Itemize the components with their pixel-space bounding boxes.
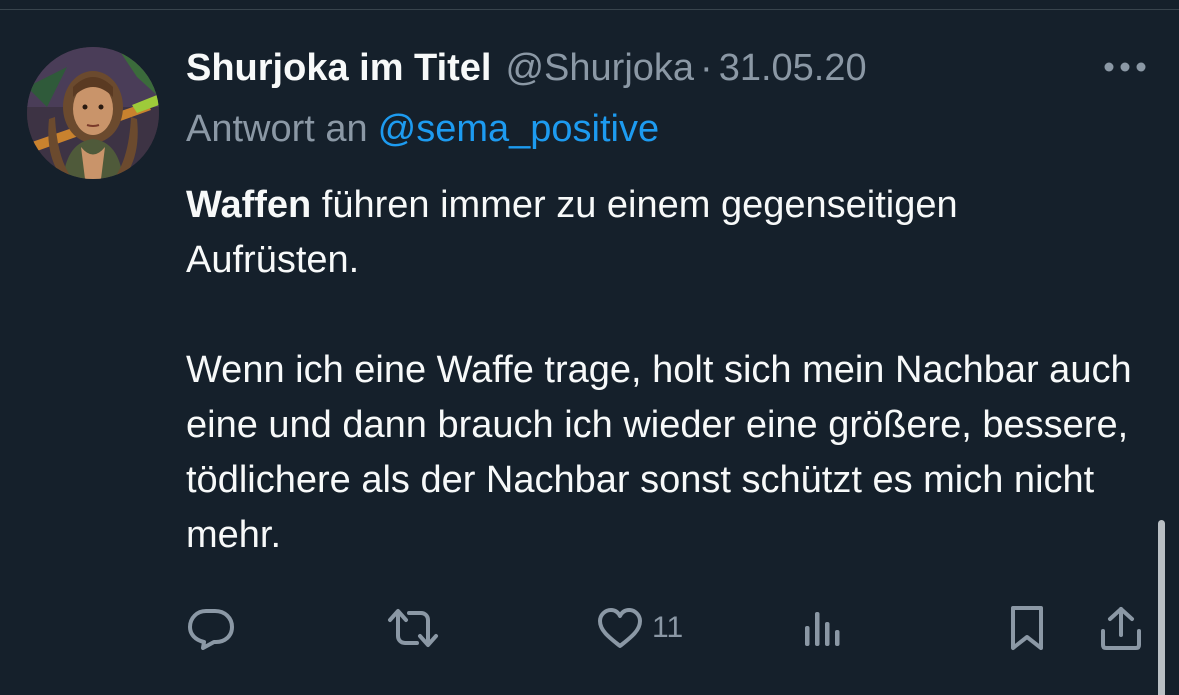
tweet-paragraph-1: Waffen führen immer zu einem gegenseitig… bbox=[186, 178, 1146, 288]
tweet-paragraph-2: Wenn ich eine Waffe trage, holt sich mei… bbox=[186, 349, 1132, 556]
bookmark-button[interactable] bbox=[1007, 600, 1047, 656]
reply-bubble-icon bbox=[188, 609, 234, 650]
tweet-date[interactable]: 31.05.20 bbox=[719, 44, 867, 92]
bar-chart-icon bbox=[805, 612, 840, 646]
divider bbox=[0, 9, 1179, 10]
tweet-text: Waffen führen immer zu einem gegenseitig… bbox=[186, 178, 1146, 563]
reply-context: Antwort an @sema_positive bbox=[186, 104, 659, 154]
dot-separator: · bbox=[700, 47, 713, 89]
tweet-header: Shurjoka im Titel @Shurjoka · 31.05.20 bbox=[186, 44, 867, 92]
like-button[interactable]: 11 bbox=[596, 600, 683, 656]
bookmark-icon bbox=[1011, 606, 1043, 650]
display-name[interactable]: Shurjoka im Titel bbox=[186, 44, 491, 92]
reply-button[interactable] bbox=[186, 600, 236, 656]
reply-prefix: Antwort an bbox=[186, 108, 368, 150]
retweet-icon bbox=[388, 609, 438, 647]
reply-mention-link[interactable]: @sema_positive bbox=[378, 108, 659, 150]
scrollbar[interactable] bbox=[1158, 520, 1165, 695]
retweet-button[interactable] bbox=[385, 600, 441, 656]
views-button[interactable] bbox=[801, 600, 845, 656]
more-options-button[interactable] bbox=[1100, 52, 1150, 82]
tweet-screen: Shurjoka im Titel @Shurjoka · 31.05.20 A… bbox=[0, 0, 1179, 695]
more-dots-icon bbox=[1104, 62, 1146, 72]
like-count: 11 bbox=[652, 611, 684, 644]
line2: Aufrüsten. bbox=[186, 239, 360, 281]
bold-word: Waffen bbox=[186, 184, 312, 226]
share-icon bbox=[1101, 607, 1141, 650]
heart-icon bbox=[598, 608, 642, 648]
share-button[interactable] bbox=[1098, 600, 1144, 656]
user-handle[interactable]: @Shurjoka bbox=[505, 44, 694, 92]
line1-rest: führen immer zu einem gegenseitigen bbox=[311, 184, 958, 226]
avatar[interactable] bbox=[27, 47, 159, 179]
